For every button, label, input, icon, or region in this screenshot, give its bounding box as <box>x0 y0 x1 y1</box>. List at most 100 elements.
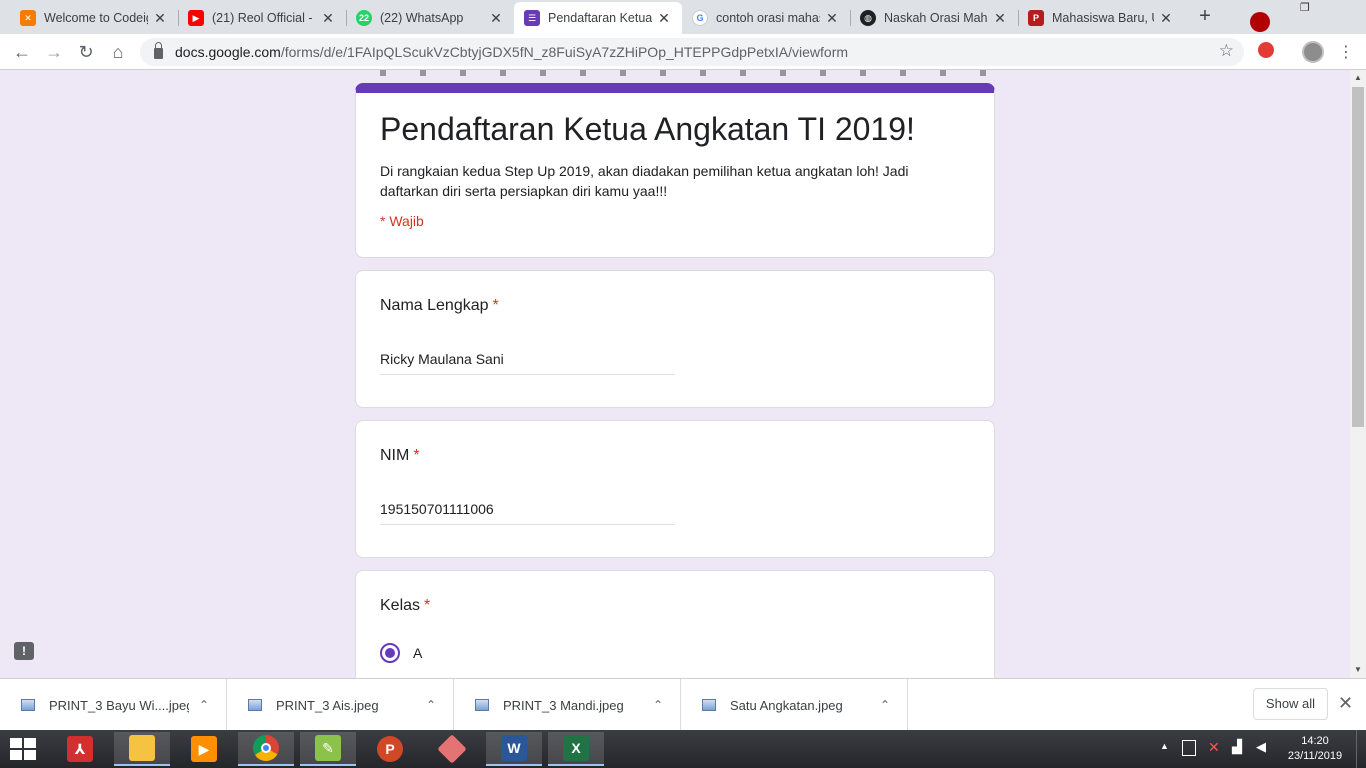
system-clock[interactable]: 14:20 23/11/2019 <box>1280 734 1350 764</box>
globe-favicon-icon: ◍ <box>860 10 876 26</box>
nama-lengkap-input[interactable]: Ricky Maulana Sani <box>380 351 675 375</box>
tab-close-icon[interactable]: ✕ <box>1158 10 1174 27</box>
download-filename: PRINT_3 Mandi.jpeg <box>503 697 624 713</box>
radio-selected-icon[interactable] <box>380 643 400 663</box>
chevron-up-icon[interactable]: ⌃ <box>653 698 663 712</box>
image-file-icon <box>248 699 262 711</box>
acrobat-icon: ⅄ <box>67 736 93 762</box>
tab-mahasiswa-baru[interactable]: P Mahasiswa Baru, Ul ✕ <box>1018 2 1184 34</box>
radio-label: A <box>413 645 423 661</box>
battery-icon[interactable] <box>1182 740 1196 756</box>
clock-time: 14:20 <box>1301 735 1329 747</box>
chrome-icon <box>253 735 279 761</box>
address-bar[interactable]: docs.google.com/forms/d/e/1FAIpQLScukVzC… <box>140 38 1244 66</box>
tab-title: Welcome to Codeig <box>44 11 148 25</box>
taskbar-word[interactable]: W <box>486 732 542 766</box>
tab-google-forms[interactable]: ☰ Pendaftaran Ketua A ✕ <box>514 2 682 34</box>
download-item[interactable]: PRINT_3 Mandi.jpeg ⌃ <box>454 679 681 731</box>
bookmark-star-icon[interactable]: ☆ <box>1219 41 1234 61</box>
tab-title: Mahasiswa Baru, Ul <box>1052 11 1154 25</box>
url-text: docs.google.com/forms/d/e/1FAIpQLScukVzC… <box>175 44 848 60</box>
tab-close-icon[interactable]: ✕ <box>992 10 1008 27</box>
forms-favicon-icon: ☰ <box>524 10 540 26</box>
menu-kebab-icon[interactable]: ⋮ <box>1338 42 1354 62</box>
page-scrollbar[interactable]: ▲ ▼ <box>1350 70 1366 678</box>
network-error-icon[interactable]: ✕ <box>1208 739 1220 768</box>
url-path: /forms/d/e/1FAIpQLScukVzCbtyjGDX5fN_z8Fu… <box>280 44 849 60</box>
download-item[interactable]: PRINT_3 Ais.jpeg ⌃ <box>227 679 454 731</box>
signal-icon[interactable]: ▟ <box>1232 739 1242 768</box>
word-icon: W <box>501 735 527 761</box>
tab-close-icon[interactable]: ✕ <box>488 10 504 27</box>
tab-codeigniter[interactable]: ✕ Welcome to Codeig ✕ <box>10 2 178 34</box>
download-filename: PRINT_3 Bayu Wi....jpeg <box>49 697 189 713</box>
tray-chevron-up-icon[interactable]: ▲ <box>1160 741 1169 768</box>
scrollbar-thumb[interactable] <box>1352 87 1364 427</box>
new-tab-button[interactable]: + <box>1194 6 1216 28</box>
browser-toolbar: ← → ↻ ⌂ docs.google.com/forms/d/e/1FAIpQ… <box>0 34 1366 70</box>
image-file-icon <box>21 699 35 711</box>
tab-whatsapp[interactable]: 22 (22) WhatsApp ✕ <box>346 2 514 34</box>
start-button[interactable] <box>10 738 36 760</box>
tab-close-icon[interactable]: ✕ <box>320 10 336 27</box>
download-item[interactable]: Satu Angkatan.jpeg ⌃ <box>681 679 908 731</box>
tab-title: contoh orasi mahas <box>716 11 820 25</box>
image-file-icon <box>475 699 489 711</box>
taskbar-excel[interactable]: X <box>548 732 604 766</box>
close-shelf-icon[interactable]: ✕ <box>1338 693 1353 714</box>
avatar[interactable] <box>1302 41 1324 63</box>
nim-input[interactable]: 195150701111006 <box>380 501 675 525</box>
notepad-plus-icon: ✎ <box>315 735 341 761</box>
download-filename: PRINT_3 Ais.jpeg <box>276 697 379 713</box>
download-filename: Satu Angkatan.jpeg <box>730 697 843 713</box>
chevron-up-icon[interactable]: ⌃ <box>199 698 209 712</box>
scroll-down-arrow-icon[interactable]: ▼ <box>1350 662 1366 678</box>
file-explorer-icon <box>129 735 155 761</box>
taskbar-media-player[interactable]: ▶ <box>176 732 232 766</box>
kelas-option-a[interactable]: A <box>380 643 422 663</box>
taskbar-notepad-plus[interactable]: ✎ <box>300 732 356 766</box>
tab-close-icon[interactable]: ✕ <box>824 10 840 27</box>
reload-button[interactable]: ↻ <box>74 40 98 64</box>
tab-title: (21) Reol Official - Y <box>212 11 316 25</box>
adblock-extension-icon[interactable] <box>1258 42 1274 58</box>
taskbar-acrobat[interactable]: ⅄ <box>52 732 108 766</box>
show-desktop-button[interactable] <box>1356 730 1366 768</box>
report-feedback-button[interactable]: ! <box>14 642 34 660</box>
clock-date: 23/11/2019 <box>1287 750 1343 762</box>
youtube-favicon-icon: ▶ <box>188 10 204 26</box>
windows-taskbar: ⅄ ▶ ✎ P W X ▲ ✕ ▟ ◀ 14:20 23/11/2019 <box>0 730 1366 768</box>
image-file-icon <box>702 699 716 711</box>
download-item[interactable]: PRINT_3 Bayu Wi....jpeg ⌃ <box>0 679 227 731</box>
tab-naskah-orasi[interactable]: ◍ Naskah Orasi Maha ✕ <box>850 2 1018 34</box>
excel-icon: X <box>563 735 589 761</box>
restore-window-icon[interactable]: ❐ <box>1300 1 1310 15</box>
required-asterisk: * <box>424 597 431 614</box>
question-card-kelas: Kelas * A <box>355 570 995 678</box>
question-card-nama: Nama Lengkap * Ricky Maulana Sani <box>355 270 995 408</box>
google-favicon-icon: G <box>692 10 708 26</box>
chevron-up-icon[interactable]: ⌃ <box>426 698 436 712</box>
chevron-up-icon[interactable]: ⌃ <box>880 698 890 712</box>
url-domain: docs.google.com <box>175 44 281 60</box>
taskbar-chrome[interactable] <box>238 732 294 766</box>
show-all-button[interactable]: Show all <box>1253 688 1328 720</box>
taskbar-powerpoint[interactable]: P <box>362 732 418 766</box>
whatsapp-favicon-icon: 22 <box>356 10 372 26</box>
tab-youtube[interactable]: ▶ (21) Reol Official - Y ✕ <box>178 2 346 34</box>
form-title: Pendaftaran Ketua Angkatan TI 2019! <box>380 111 915 147</box>
tab-google-search[interactable]: G contoh orasi mahas ✕ <box>682 2 850 34</box>
forward-button[interactable]: → <box>42 40 66 64</box>
lock-icon <box>154 42 163 59</box>
home-button[interactable]: ⌂ <box>106 40 130 64</box>
tab-close-icon[interactable]: ✕ <box>656 10 672 27</box>
scroll-up-arrow-icon[interactable]: ▲ <box>1350 70 1366 86</box>
taskbar-stack-app[interactable] <box>424 732 480 766</box>
volume-icon[interactable]: ◀ <box>1256 739 1266 768</box>
tab-close-icon[interactable]: ✕ <box>152 10 168 27</box>
back-button[interactable]: ← <box>10 40 34 64</box>
taskbar-file-explorer[interactable] <box>114 732 170 766</box>
required-note: * Wajib <box>380 213 424 229</box>
question-title: NIM <box>380 447 410 464</box>
required-asterisk: * <box>492 297 499 314</box>
